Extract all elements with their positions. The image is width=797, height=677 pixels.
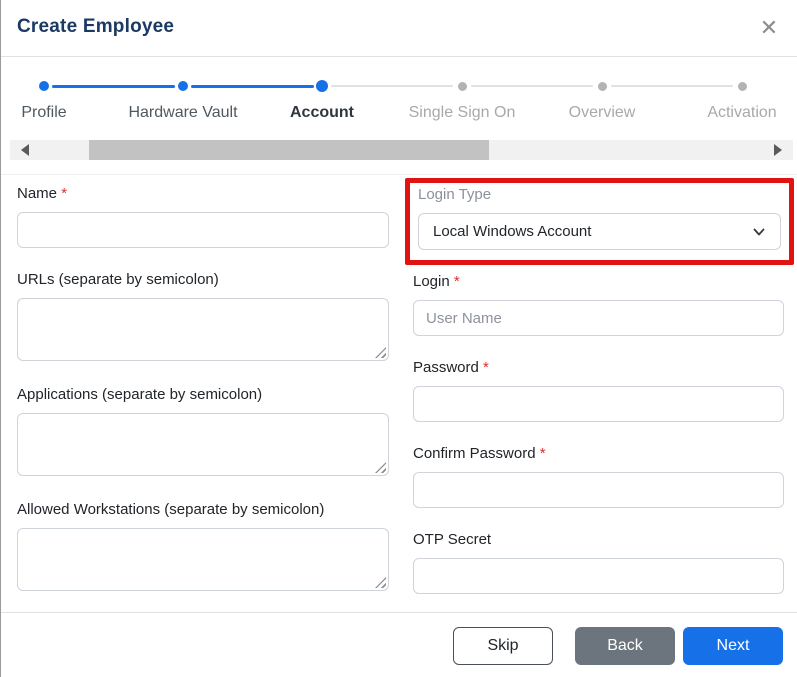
form-column-right: Login Type Local Windows Account Login *… xyxy=(405,176,794,616)
next-button[interactable]: Next xyxy=(683,627,783,665)
stepper-dot xyxy=(316,80,328,92)
login-type-selected-value: Local Windows Account xyxy=(433,223,592,240)
footer-actions: Skip Back Next xyxy=(453,627,783,665)
stepper-line-segment xyxy=(191,85,314,88)
login-type-highlight-box: Login Type Local Windows Account xyxy=(405,178,794,265)
skip-button[interactable]: Skip xyxy=(453,627,553,665)
otp-secret-input[interactable] xyxy=(413,558,784,594)
urls-textarea[interactable] xyxy=(17,298,389,361)
label-text: Login xyxy=(413,273,450,290)
wizard-stepper: Profile Hardware Vault Account Single Si… xyxy=(1,58,797,136)
password-input[interactable] xyxy=(413,386,784,422)
stepper-step-label: Overview xyxy=(568,104,636,121)
chevron-down-icon xyxy=(752,225,766,239)
required-asterisk: * xyxy=(539,445,546,462)
close-icon[interactable]: ✕ xyxy=(753,12,785,44)
label-text: Name xyxy=(17,185,58,202)
login-input[interactable] xyxy=(413,300,784,336)
divider xyxy=(1,174,797,175)
allowed-workstations-textarea[interactable] xyxy=(17,528,389,591)
divider xyxy=(1,612,797,613)
scroll-right-button[interactable] xyxy=(763,140,793,160)
stepper-step-label: Hardware Vault xyxy=(128,104,238,121)
scrollbar-thumb[interactable] xyxy=(89,140,489,160)
confirm-password-label: Confirm Password * xyxy=(413,444,784,464)
login-type-label: Login Type xyxy=(418,186,492,203)
urls-label: URLs (separate by semicolon) xyxy=(17,271,219,288)
label-text: Password xyxy=(413,359,479,376)
stepper-dot xyxy=(39,81,49,91)
stepper-line-segment xyxy=(331,85,453,87)
login-label: Login * xyxy=(413,272,784,292)
required-asterisk: * xyxy=(453,273,460,290)
stepper-dot xyxy=(597,81,607,91)
allowed-workstations-label: Allowed Workstations (separate by semico… xyxy=(17,501,325,518)
stepper-step-label: Single Sign On xyxy=(408,104,516,121)
stepper-step-label: Activation xyxy=(707,104,777,121)
otp-secret-label: OTP Secret xyxy=(413,531,492,548)
stepper-step-label: Account xyxy=(290,104,354,121)
name-label: Name * xyxy=(17,184,389,204)
dialog-header: Create Employee ✕ xyxy=(1,0,797,57)
confirm-password-input[interactable] xyxy=(413,472,784,508)
stepper-line-segment xyxy=(471,85,593,87)
name-input[interactable] xyxy=(17,212,389,248)
horizontal-scrollbar[interactable] xyxy=(10,140,793,160)
stepper-line-segment xyxy=(611,85,733,87)
stepper-dot xyxy=(457,81,467,91)
triangle-left-icon xyxy=(21,144,29,156)
login-type-select[interactable]: Local Windows Account xyxy=(418,213,781,250)
form-column-left: Name * URLs (separate by semicolon) Appl… xyxy=(17,176,389,615)
stepper-line-segment xyxy=(52,85,175,88)
applications-label: Applications (separate by semicolon) xyxy=(17,386,263,403)
triangle-right-icon xyxy=(774,144,782,156)
label-text: Confirm Password xyxy=(413,445,536,462)
required-asterisk: * xyxy=(61,185,68,202)
scrollbar-track[interactable] xyxy=(40,140,763,160)
password-label: Password * xyxy=(413,358,784,378)
page-title: Create Employee xyxy=(17,16,175,37)
back-button[interactable]: Back xyxy=(575,627,675,665)
create-employee-dialog: Create Employee ✕ Profile Hardware Vault… xyxy=(0,0,797,677)
applications-textarea[interactable] xyxy=(17,413,389,476)
required-asterisk: * xyxy=(483,359,489,376)
stepper-dot xyxy=(737,81,747,91)
stepper-dot xyxy=(178,81,188,91)
scroll-left-button[interactable] xyxy=(10,140,40,160)
